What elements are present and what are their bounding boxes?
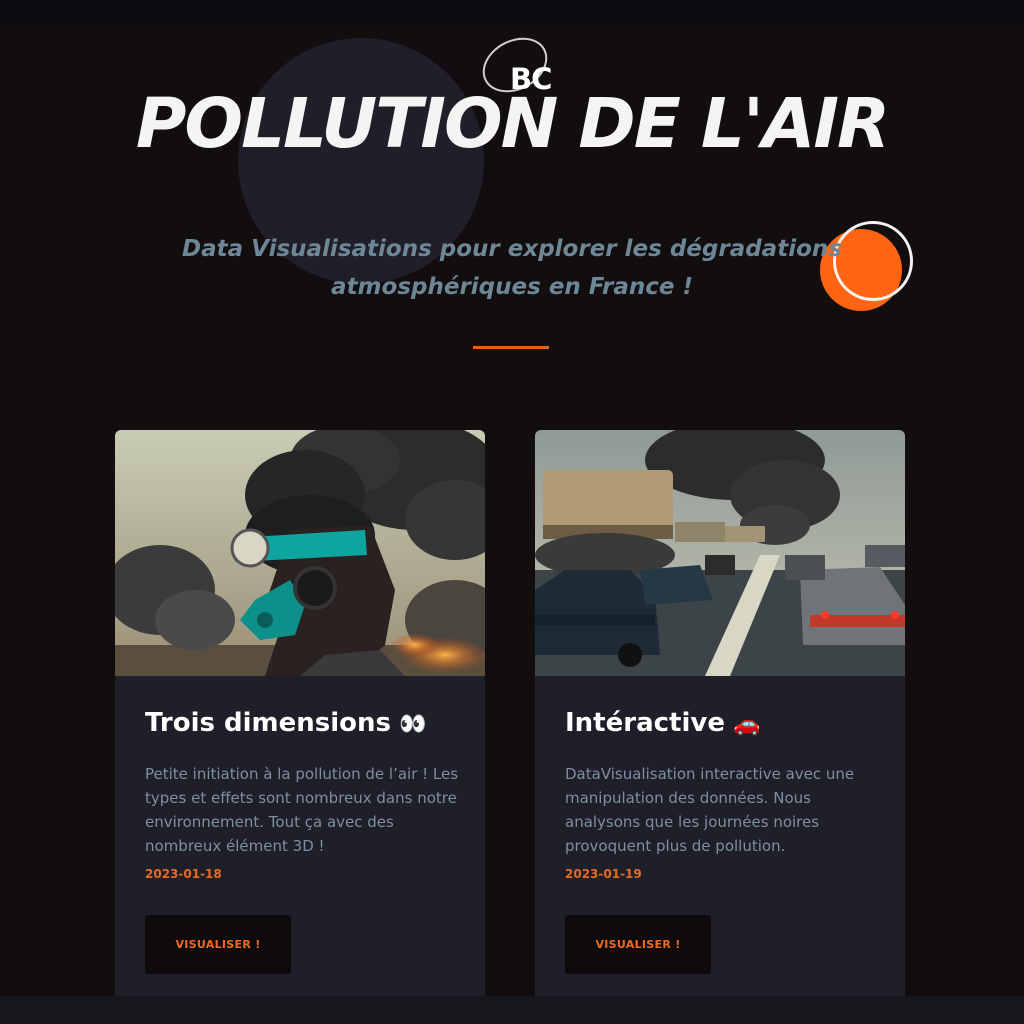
- card-title-text: Intéractive: [565, 708, 725, 738]
- card-description: DataVisualisation interactive avec une m…: [565, 765, 855, 855]
- card-date: 2023-01-19: [565, 867, 642, 881]
- visualiser-button[interactable]: VISUALISER !: [145, 915, 291, 974]
- card-interactive: Intéractive 🚗 DataVisualisation interacti…: [535, 430, 905, 996]
- card-title-text: Trois dimensions: [145, 708, 391, 738]
- traffic-jam-image: [535, 430, 905, 676]
- subtitle-line-1: Data Visualisations pour explorer les dé…: [182, 236, 842, 262]
- card-date: 2023-01-18: [145, 867, 222, 881]
- card-trois-dimensions: Trois dimensions 👀 Petite initiation à la…: [115, 430, 485, 996]
- card-title: Trois dimensions 👀: [145, 708, 475, 738]
- top-frame-bar: [0, 0, 1024, 26]
- bottom-frame-bar: [0, 996, 1024, 1024]
- car-emoji-icon: 🚗: [732, 712, 761, 737]
- card-description: Petite initiation à la pollution de l’ai…: [145, 765, 459, 855]
- card-image-graphic: [115, 430, 485, 676]
- divider: [473, 346, 549, 349]
- gas-mask-portrait-image: [115, 430, 485, 676]
- card-image-graphic: [535, 430, 905, 676]
- card-title: Intéractive 🚗: [565, 708, 895, 738]
- page: BC POLLUTION DE L'AIR Data Visualisation…: [0, 26, 1024, 996]
- eyes-emoji-icon: 👀: [399, 712, 427, 737]
- subtitle-line-2: atmosphériques en France !: [331, 274, 693, 300]
- visualiser-button[interactable]: VISUALISER !: [565, 915, 711, 974]
- page-title: POLLUTION DE L'AIR: [135, 84, 890, 164]
- page-subtitle: Data Visualisations pour explorer les dé…: [140, 230, 884, 306]
